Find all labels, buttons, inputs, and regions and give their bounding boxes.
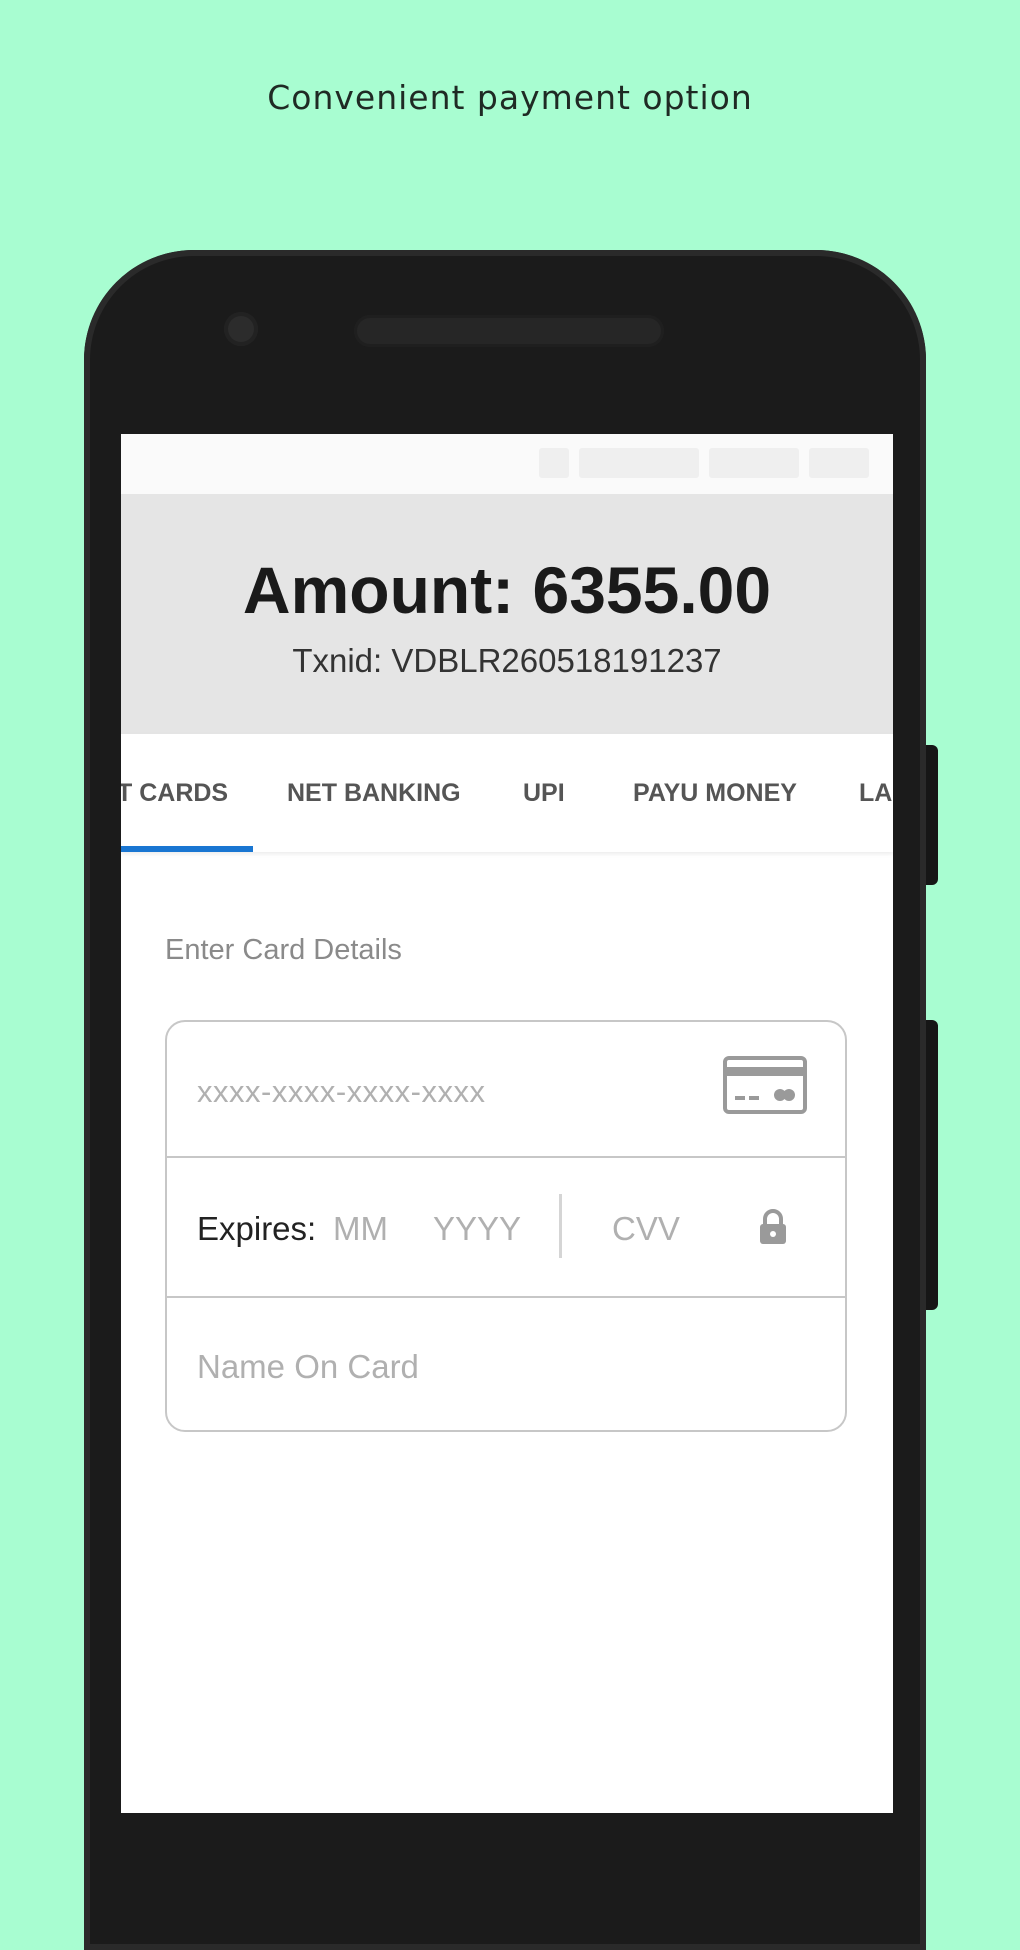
expiry-cvv-row: Expires: MM YYYY CVV xyxy=(167,1158,845,1298)
field-divider xyxy=(559,1194,562,1258)
transaction-id: Txnid: VDBLR260518191237 xyxy=(292,642,722,679)
amount-header: Amount: 6355.00 Txnid: VDBLR260518191237 xyxy=(121,494,893,734)
phone-volume-button xyxy=(926,745,938,885)
front-camera xyxy=(224,312,258,346)
credit-card-icon xyxy=(723,1056,807,1114)
earpiece-speaker xyxy=(354,315,664,347)
status-bar xyxy=(121,434,893,494)
active-tab-indicator xyxy=(121,846,253,852)
name-row: Name On Card xyxy=(167,1298,845,1430)
card-number-input[interactable]: xxxx-xxxx-xxxx-xxxx xyxy=(197,1074,485,1110)
promo-caption: Convenient payment option xyxy=(267,78,753,117)
cvv-input[interactable]: CVV xyxy=(612,1210,680,1248)
app-screen: Amount: 6355.00 Txnid: VDBLR260518191237… xyxy=(121,434,893,1813)
name-on-card-input[interactable]: Name On Card xyxy=(197,1348,419,1386)
lock-icon xyxy=(760,1209,786,1244)
expiry-month-input[interactable]: MM xyxy=(333,1210,388,1248)
tab-cards[interactable]: T CARDS xyxy=(121,734,228,852)
status-icons xyxy=(539,448,869,478)
expires-label: Expires: xyxy=(197,1210,317,1247)
card-details-form: xxxx-xxxx-xxxx-xxxx Expires: MM YYYY CVV xyxy=(165,1020,847,1432)
amount-text: Amount: 6355.00 xyxy=(242,553,772,627)
expiry-year-input[interactable]: YYYY xyxy=(433,1210,521,1248)
section-label: Enter Card Details xyxy=(165,934,402,966)
tab-lazypay[interactable]: LA xyxy=(859,734,892,852)
phone-power-button xyxy=(926,1020,938,1310)
tab-upi[interactable]: UPI xyxy=(523,734,565,852)
tab-payu-money[interactable]: PAYU MONEY xyxy=(633,734,797,852)
payment-tabs: T CARDS NET BANKING UPI PAYU MONEY LA xyxy=(121,734,893,852)
card-number-row: xxxx-xxxx-xxxx-xxxx xyxy=(167,1022,845,1158)
tab-net-banking[interactable]: NET BANKING xyxy=(287,734,461,852)
